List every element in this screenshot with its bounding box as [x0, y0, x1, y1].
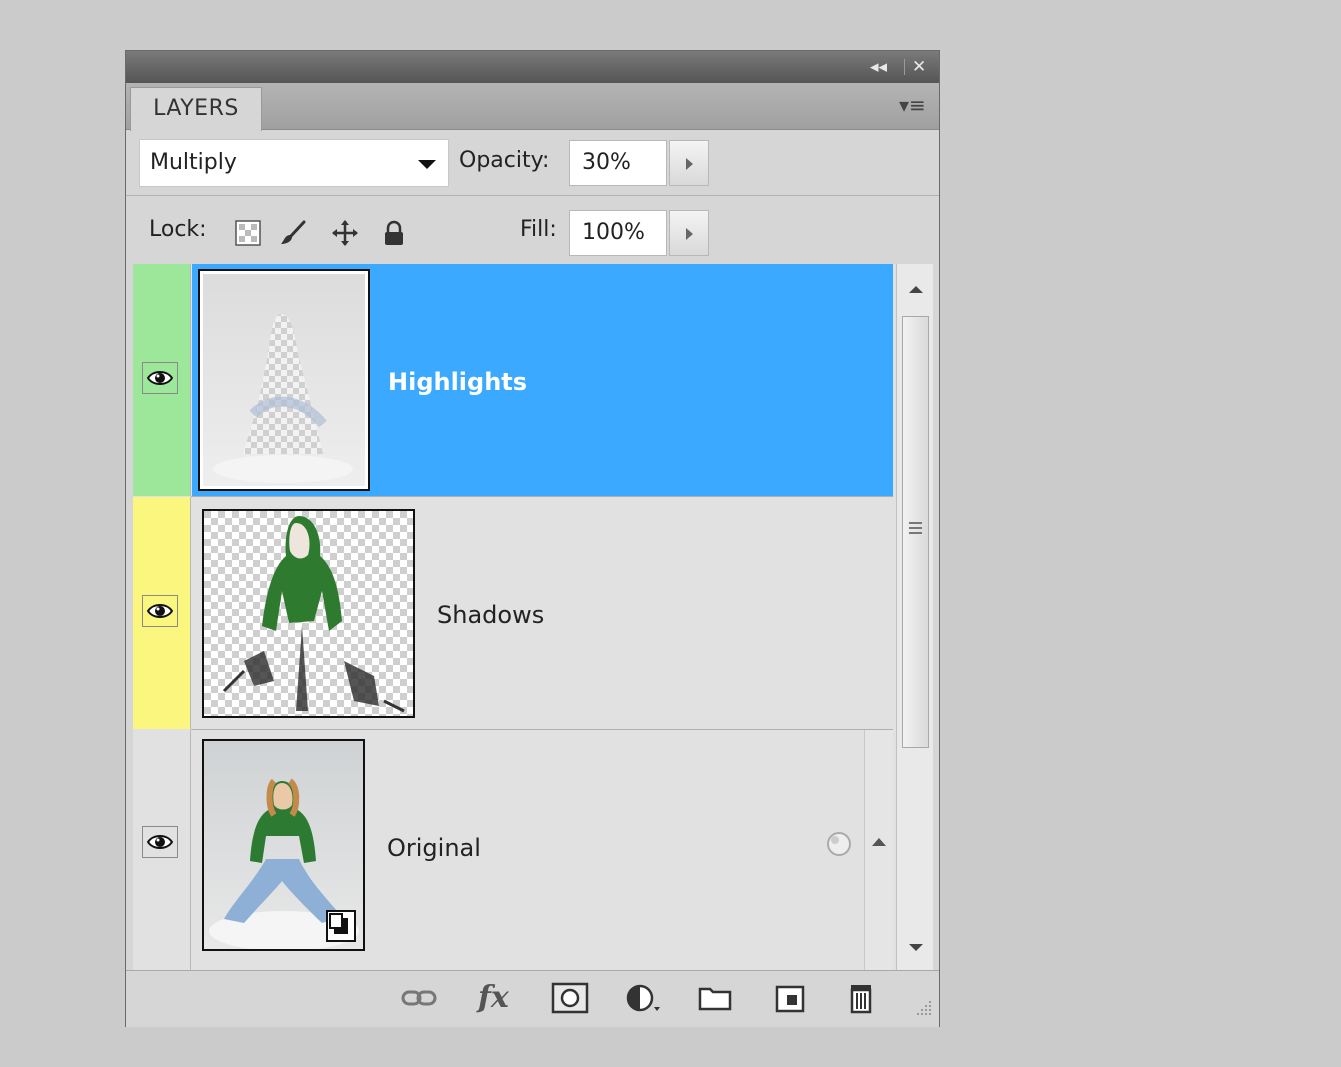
scrollbar-thumb[interactable]	[902, 316, 929, 748]
tab-layers[interactable]: LAYERS	[130, 87, 262, 131]
fill-slider-button[interactable]	[669, 210, 709, 256]
opacity-input[interactable]: 30%	[569, 140, 667, 186]
layer-color-label-green	[133, 264, 191, 496]
lock-position-icon[interactable]	[331, 219, 359, 247]
layer-style-icon[interactable]	[825, 830, 855, 860]
blend-opacity-row: Multiply Opacity: 30%	[126, 130, 939, 196]
layer-row-original[interactable]: Original	[133, 730, 893, 970]
collapse-icon[interactable]: ◂◂	[870, 57, 887, 77]
new-group-icon[interactable]	[696, 981, 736, 1015]
layers-panel: ◂◂ ✕ LAYERS ▾≡ Multiply Opacity: 30% Loc…	[125, 50, 940, 1027]
eye-icon	[147, 835, 173, 849]
scroll-up-arrow-icon[interactable]	[909, 286, 923, 293]
visibility-toggle[interactable]	[142, 362, 178, 394]
layer-thumbnail[interactable]	[198, 269, 370, 491]
layer-row-shadows[interactable]: Shadows	[133, 497, 893, 729]
layer-name[interactable]: Original	[387, 834, 481, 862]
lock-transparent-pixels-icon[interactable]	[234, 219, 262, 247]
panel-titlebar[interactable]: ◂◂ ✕	[126, 51, 939, 84]
inner-scroll-strip[interactable]	[864, 730, 893, 970]
resize-grip-icon[interactable]	[911, 999, 933, 1021]
eye-icon	[147, 371, 173, 385]
close-icon[interactable]: ✕	[912, 57, 926, 77]
layer-color-label-yellow	[133, 497, 191, 729]
layers-scrollbar[interactable]	[896, 264, 933, 970]
blend-mode-value: Multiply	[150, 150, 237, 175]
lock-fill-row: Lock: Fill: 100%	[126, 196, 939, 264]
scroll-grip-icon	[909, 522, 922, 524]
expand-arrow-icon[interactable]	[872, 838, 886, 846]
shadows-thumbnail-image	[204, 511, 413, 716]
opacity-label: Opacity:	[459, 148, 550, 173]
lock-all-icon[interactable]	[380, 219, 408, 247]
opacity-slider-button[interactable]	[669, 140, 709, 186]
eye-icon	[147, 604, 173, 618]
new-layer-icon[interactable]	[771, 981, 811, 1015]
trash-icon[interactable]	[841, 981, 881, 1015]
link-layers-icon[interactable]	[399, 981, 439, 1015]
layers-bottom-toolbar: fx	[126, 970, 939, 1027]
smart-object-icon	[326, 910, 356, 942]
scroll-down-arrow-icon[interactable]	[909, 944, 923, 951]
layer-color-label-none	[133, 730, 191, 970]
fx-icon[interactable]: fx	[478, 981, 518, 1015]
lock-image-pixels-icon[interactable]	[279, 219, 307, 247]
adjustment-layer-icon[interactable]	[622, 981, 662, 1015]
layer-mask-icon[interactable]	[550, 981, 590, 1015]
highlights-thumbnail-image	[203, 274, 365, 486]
titlebar-divider	[904, 59, 905, 75]
fill-input[interactable]: 100%	[569, 210, 667, 256]
layer-thumbnail[interactable]	[202, 509, 415, 718]
visibility-toggle[interactable]	[142, 826, 178, 858]
lock-label: Lock:	[149, 217, 207, 242]
fill-label: Fill:	[520, 217, 557, 242]
layers-list: Highlights Shadows Original	[133, 264, 933, 970]
layer-name[interactable]: Highlights	[388, 368, 527, 396]
tab-bar: LAYERS ▾≡	[126, 83, 939, 131]
visibility-toggle[interactable]	[142, 595, 178, 627]
layer-row-highlights[interactable]: Highlights	[133, 264, 893, 496]
layer-name[interactable]: Shadows	[437, 601, 544, 629]
blend-mode-dropdown[interactable]: Multiply	[139, 139, 449, 187]
panel-menu-icon[interactable]: ▾≡	[899, 93, 929, 117]
chevron-down-icon	[418, 160, 436, 169]
